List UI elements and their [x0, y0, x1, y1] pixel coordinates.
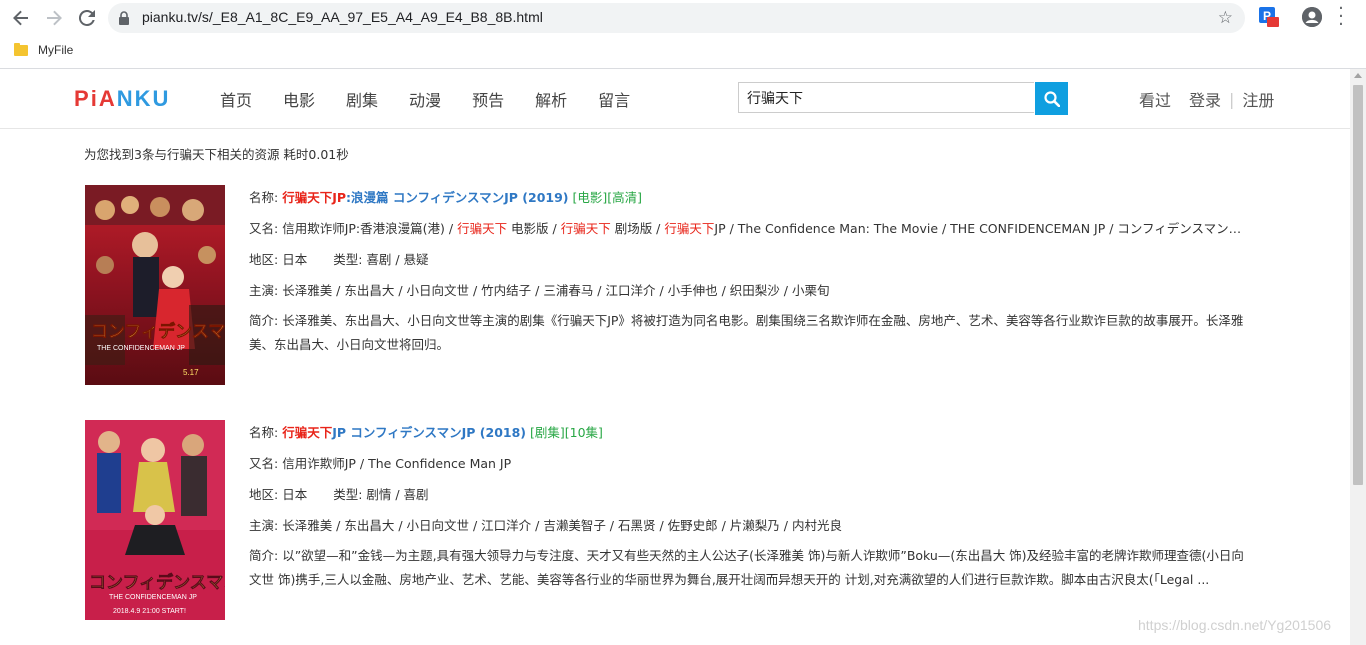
- region-genre-row: 地区: 日本 类型: 剧情 / 喜剧: [249, 479, 1249, 510]
- alias-text: 信用诈欺师JP / The Confidence Man JP: [282, 456, 512, 471]
- genre-label: 类型:: [333, 487, 363, 502]
- alias-row: 又名: 信用诈欺师JP / The Confidence Man JP: [249, 448, 1249, 479]
- alias-text: 剧场版 /: [610, 221, 665, 236]
- intro-value: 以”欲望—和”金钱—为主题,具有强大领导力与专注度、天才又有些天然的主人公达子(…: [249, 548, 1244, 587]
- cast-label: 主演:: [249, 283, 279, 298]
- intro-value: 长泽雅美、东出昌大、小日向文世等主演的剧集《行骗天下JP》将被打造为同名电影。剧…: [249, 313, 1244, 352]
- bookmark-label: MyFile: [38, 43, 74, 57]
- url-text: pianku.tv/s/_E8_A1_8C_E9_AA_97_E5_A4_A9_…: [142, 9, 543, 25]
- nav-movies[interactable]: 电影: [283, 87, 315, 111]
- result-title-row: 名称: 行骗天下JP:浪漫篇 コンフィデンスマンJP (2019) [电影][高…: [249, 182, 1249, 213]
- intro-row: 简介: 长泽雅美、东出昌大、小日向文世等主演的剧集《行骗天下JP》将被打造为同名…: [249, 309, 1249, 357]
- scroll-up-arrow-icon[interactable]: [1354, 73, 1362, 78]
- poster-image[interactable]: コンフィデンスマンJP THE CONFIDENCEMAN JP 5.17: [85, 185, 225, 385]
- lock-icon: [119, 11, 129, 25]
- svg-text:コンフィデンスマンJP: コンフィデンスマンJP: [91, 321, 225, 342]
- region-value: 日本: [282, 487, 308, 502]
- name-label: 名称:: [249, 190, 279, 205]
- profile-avatar-icon[interactable]: [1302, 7, 1322, 27]
- svg-text:THE CONFIDENCEMAN JP: THE CONFIDENCEMAN JP: [97, 345, 185, 352]
- cast-value: 长泽雅美 / 东出昌大 / 小日向文世 / 竹内结子 / 三浦春马 / 江口洋介…: [282, 283, 830, 298]
- browser-toolbar: pianku.tv/s/_E8_A1_8C_E9_AA_97_E5_A4_A9_…: [0, 0, 1366, 69]
- nav-home[interactable]: 首页: [220, 87, 252, 111]
- alias-row: 又名: 信用欺诈师JP:香港浪漫篇(港) / 行骗天下 电影版 / 行骗天下 剧…: [249, 213, 1244, 244]
- region-label: 地区:: [249, 252, 279, 267]
- region-label: 地区:: [249, 487, 279, 502]
- register-link[interactable]: 注册: [1242, 87, 1274, 111]
- search-input[interactable]: [738, 82, 1034, 113]
- intro-label: 简介:: [249, 548, 279, 563]
- alias-label: 又名:: [249, 221, 279, 236]
- genre-label: 类型:: [333, 252, 363, 267]
- address-bar[interactable]: pianku.tv/s/_E8_A1_8C_E9_AA_97_E5_A4_A9_…: [108, 3, 1245, 33]
- title-link[interactable]: JP コンフィデンスマンJP (2018): [332, 425, 526, 440]
- cast-value: 长泽雅美 / 东出昌大 / 小日向文世 / 江口洋介 / 吉濑美智子 / 石黑贤…: [282, 518, 842, 533]
- title-link[interactable]: :浪漫篇 コンフィデンスマンJP (2019): [346, 190, 568, 205]
- search-summary: 为您找到3条与行骗天下相关的资源 耗时0.01秒: [84, 147, 349, 162]
- alias-highlight: 行骗天下: [457, 221, 508, 236]
- nav-series[interactable]: 剧集: [346, 87, 378, 111]
- alias-highlight: 行骗天下: [664, 221, 715, 236]
- genre-value: 剧情 / 喜剧: [366, 487, 429, 502]
- svg-text:2018.4.9 21:00 START!: 2018.4.9 21:00 START!: [113, 608, 186, 615]
- nav-trailers[interactable]: 预告: [472, 87, 504, 111]
- title-keyword[interactable]: 行骗天下JP: [282, 190, 346, 205]
- alias-text: 电影版 /: [507, 221, 561, 236]
- svg-text:THE CONFIDENCEMAN JP: THE CONFIDENCEMAN JP: [109, 594, 197, 601]
- result-tags: [电影][高清]: [572, 190, 642, 205]
- main-nav: 首页 电影 剧集 动漫 预告 解析 留言: [220, 87, 630, 111]
- nav-messages[interactable]: 留言: [598, 87, 630, 111]
- search-box: [738, 82, 1068, 115]
- nav-anime[interactable]: 动漫: [409, 87, 441, 111]
- alias-text: 信用欺诈师JP:香港浪漫篇(港) /: [282, 221, 458, 236]
- site-header: PiANKU 首页 电影 剧集 动漫 预告 解析 留言 看过 登录 | 注册: [0, 69, 1350, 129]
- result-info: 名称: 行骗天下JP:浪漫篇 コンフィデンスマンJP (2019) [电影][高…: [249, 185, 1249, 357]
- extension-icon[interactable]: P: [1259, 7, 1279, 27]
- region-value: 日本: [282, 252, 308, 267]
- nav-analysis[interactable]: 解析: [535, 87, 567, 111]
- back-icon[interactable]: [9, 6, 33, 30]
- name-label: 名称:: [249, 425, 279, 440]
- folder-icon: [14, 42, 28, 56]
- search-button[interactable]: [1035, 82, 1068, 115]
- bookmark-myfile[interactable]: MyFile: [14, 40, 73, 60]
- scroll-thumb[interactable]: [1353, 85, 1363, 485]
- user-nav: 看过 登录 | 注册: [1139, 87, 1274, 111]
- result-title-row: 名称: 行骗天下JP コンフィデンスマンJP (2018) [剧集][10集]: [249, 417, 1249, 448]
- reload-icon[interactable]: [75, 6, 99, 30]
- alias-highlight: 行骗天下: [560, 221, 611, 236]
- poster-image[interactable]: コンフィデンスマンJP THE CONFIDENCEMAN JP 2018.4.…: [85, 420, 225, 620]
- cast-label: 主演:: [249, 518, 279, 533]
- search-icon: [1043, 90, 1060, 107]
- forward-icon[interactable]: [42, 6, 66, 30]
- watched-link[interactable]: 看过: [1139, 87, 1171, 111]
- bookmark-star-icon[interactable]: ☆: [1218, 8, 1233, 28]
- site-logo[interactable]: PiANKU: [74, 86, 170, 112]
- alias-label: 又名:: [249, 456, 279, 471]
- region-genre-row: 地区: 日本 类型: 喜剧 / 悬疑: [249, 244, 1249, 275]
- alias-text: JP / The Confidence Man: The Movie / THE…: [714, 221, 1244, 236]
- page-scrollbar[interactable]: [1350, 69, 1366, 645]
- genre-value: 喜剧 / 悬疑: [366, 252, 429, 267]
- intro-row: 简介: 以”欲望—和”金钱—为主题,具有强大领导力与专注度、天才又有些天然的主人…: [249, 544, 1249, 592]
- result-tags: [剧集][10集]: [530, 425, 603, 440]
- divider: |: [1229, 89, 1235, 109]
- cast-row: 主演: 长泽雅美 / 东出昌大 / 小日向文世 / 竹内结子 / 三浦春马 / …: [249, 275, 1249, 306]
- login-link[interactable]: 登录: [1189, 87, 1221, 111]
- svg-text:コンフィデンスマンJP: コンフィデンスマンJP: [89, 572, 225, 593]
- result-info: 名称: 行骗天下JP コンフィデンスマンJP (2018) [剧集][10集] …: [249, 420, 1249, 592]
- svg-text:5.17: 5.17: [183, 368, 199, 377]
- cast-row: 主演: 长泽雅美 / 东出昌大 / 小日向文世 / 江口洋介 / 吉濑美智子 /…: [249, 510, 1249, 541]
- browser-menu-icon[interactable]: · · ·: [1336, 0, 1346, 34]
- title-keyword[interactable]: 行骗天下: [282, 425, 332, 440]
- intro-label: 简介:: [249, 313, 279, 328]
- watermark: https://blog.csdn.net/Yg201506: [1138, 617, 1332, 633]
